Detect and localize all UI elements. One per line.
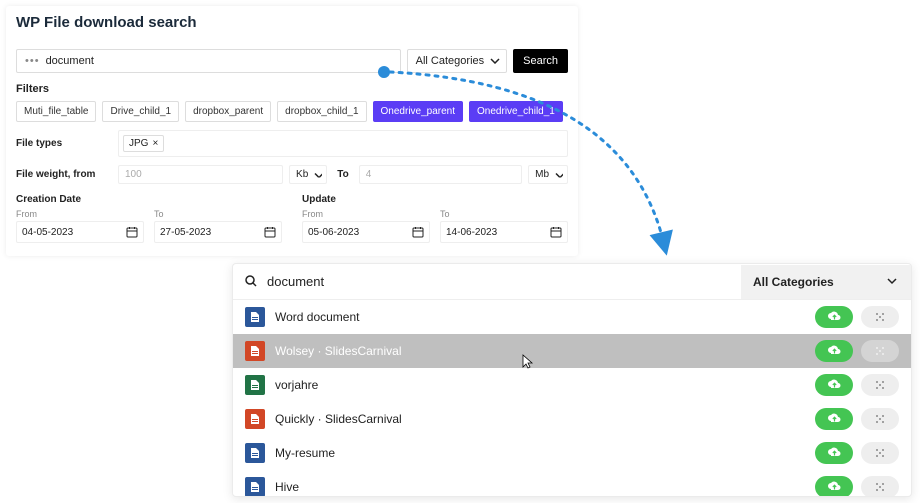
file-icon [245, 443, 265, 463]
download-button[interactable] [815, 306, 853, 328]
filetype-tag[interactable]: JPG × [123, 135, 164, 152]
weight-from-input[interactable]: 100 [118, 165, 283, 184]
file-icon [245, 375, 265, 395]
ellipsis-icon: ••• [25, 55, 40, 67]
result-filename: Hive [275, 480, 805, 494]
search-settings-panel: WP File download search ••• document All… [6, 6, 578, 256]
result-row[interactable]: Word document [233, 300, 911, 334]
date-to-label: To [440, 209, 568, 219]
weight-from-unit-select[interactable]: Kb [289, 165, 327, 184]
weight-label: File weight, from [16, 169, 108, 180]
filter-chip[interactable]: Onedrive_parent [373, 101, 464, 122]
filter-chip[interactable]: dropbox_parent [185, 101, 271, 122]
chevron-down-icon [555, 172, 563, 177]
weight-to-label: To [337, 169, 348, 180]
filter-chip[interactable]: Drive_child_1 [102, 101, 179, 122]
result-filename: Wolsey · SlidesCarnival [275, 344, 805, 358]
update-from-input[interactable]: 05-06-2023 [302, 221, 430, 243]
results-dropdown-panel: document All Categories Word document Wol… [232, 263, 912, 497]
result-row[interactable]: Quickly · SlidesCarnival [233, 402, 911, 436]
result-row[interactable]: vorjahre [233, 368, 911, 402]
filetypes-label: File types [16, 138, 108, 149]
preview-button[interactable] [861, 476, 899, 496]
filetype-tag-text: JPG [129, 138, 148, 149]
category-select[interactable]: All Categories [407, 49, 507, 73]
download-button[interactable] [815, 408, 853, 430]
creation-to-input[interactable]: 27-05-2023 [154, 221, 282, 243]
chevron-down-icon [887, 278, 899, 286]
page-title: WP File download search [16, 14, 568, 31]
date-to-label: To [154, 209, 282, 219]
preview-button[interactable] [861, 306, 899, 328]
creation-from-input[interactable]: 04-05-2023 [16, 221, 144, 243]
preview-button[interactable] [861, 340, 899, 362]
result-actions [815, 374, 899, 396]
file-icon [245, 477, 265, 496]
download-button[interactable] [815, 374, 853, 396]
results-search-text: document [267, 274, 324, 289]
result-actions [815, 442, 899, 464]
results-category-select[interactable]: All Categories [741, 265, 911, 299]
preview-button[interactable] [861, 374, 899, 396]
filter-chip[interactable]: Muti_file_table [16, 101, 96, 122]
result-filename: Quickly · SlidesCarnival [275, 412, 805, 426]
filter-chip[interactable]: Onedrive_child_1 [469, 101, 563, 122]
preview-button[interactable] [861, 408, 899, 430]
weight-to-input[interactable]: 4 [359, 165, 522, 184]
calendar-icon [126, 226, 138, 238]
date-from-label: From [16, 209, 144, 219]
result-actions [815, 408, 899, 430]
results-category-label: All Categories [753, 275, 834, 289]
file-icon [245, 307, 265, 327]
preview-button[interactable] [861, 442, 899, 464]
result-filename: My-resume [275, 446, 805, 460]
result-row[interactable]: Wolsey · SlidesCarnival [233, 334, 911, 368]
download-button[interactable] [815, 340, 853, 362]
calendar-icon [264, 226, 276, 238]
result-filename: Word document [275, 310, 805, 324]
update-to-input[interactable]: 14-06-2023 [440, 221, 568, 243]
calendar-icon [412, 226, 424, 238]
download-button[interactable] [815, 476, 853, 496]
weight-to-unit-select[interactable]: Mb [528, 165, 568, 184]
result-actions [815, 340, 899, 362]
result-row[interactable]: Hive [233, 470, 911, 496]
creation-date-label: Creation Date [16, 194, 282, 205]
search-icon [245, 275, 259, 289]
result-actions [815, 306, 899, 328]
chevron-down-icon [490, 58, 500, 64]
results-list: Word document Wolsey · SlidesCarnival vorj… [233, 300, 911, 496]
calendar-icon [550, 226, 562, 238]
chevron-down-icon [314, 172, 322, 177]
search-button[interactable]: Search [513, 49, 568, 73]
update-date-label: Update [302, 194, 568, 205]
results-search-input[interactable]: document [233, 264, 741, 299]
file-icon [245, 409, 265, 429]
filter-chip-row: Muti_file_table Drive_child_1 dropbox_pare… [16, 101, 568, 122]
result-filename: vorjahre [275, 378, 805, 392]
category-select-label: All Categories [416, 55, 484, 67]
result-actions [815, 476, 899, 496]
file-icon [245, 341, 265, 361]
search-input-text: document [46, 55, 94, 67]
download-button[interactable] [815, 442, 853, 464]
filetypes-input[interactable]: JPG × [118, 130, 568, 157]
date-from-label: From [302, 209, 430, 219]
result-row[interactable]: My-resume [233, 436, 911, 470]
close-icon[interactable]: × [152, 138, 158, 149]
search-input[interactable]: ••• document [16, 49, 401, 73]
filter-chip[interactable]: dropbox_child_1 [277, 101, 366, 122]
filters-heading: Filters [16, 83, 568, 95]
